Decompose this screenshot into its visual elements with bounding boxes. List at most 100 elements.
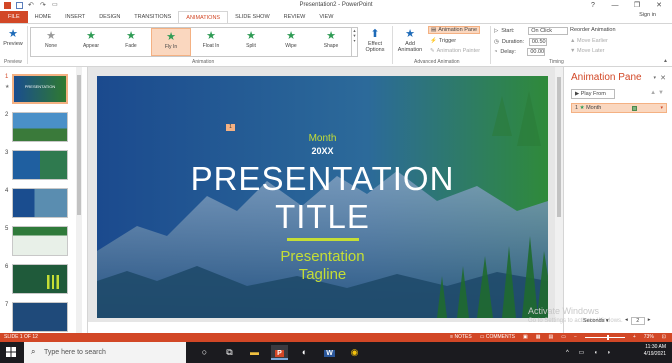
zoom-slider[interactable]: [584, 335, 625, 340]
slide-thumbnail-3[interactable]: [12, 150, 68, 180]
slide-thumbnail-4[interactable]: [12, 188, 68, 218]
collapse-ribbon-icon[interactable]: ▲: [663, 58, 668, 64]
add-animation-button[interactable]: ★ Add Animation: [395, 27, 425, 53]
animation-shape[interactable]: ★ Shape: [311, 28, 351, 56]
zoom-out-icon[interactable]: −: [574, 333, 577, 342]
animation-gallery: ★ None ★ Appear ★ Fade ★ Fly In ★ Float In ★ S…: [30, 27, 352, 57]
reorder-arrows[interactable]: ▲▼: [650, 90, 666, 96]
effect-options-button[interactable]: ⬆ Effect Options: [362, 27, 388, 53]
sign-in-link[interactable]: Sign in: [639, 12, 656, 18]
timeline-forward-icon[interactable]: ▸: [648, 317, 651, 325]
zoom-in-icon[interactable]: +: [633, 333, 636, 342]
animation-fly-in[interactable]: ★ Fly In: [151, 28, 191, 56]
activate-windows-watermark: Activate Windows: [528, 306, 600, 316]
tab-slide-show[interactable]: SLIDE SHOW: [228, 11, 277, 23]
animation-float-in[interactable]: ★ Float In: [191, 28, 231, 56]
slide-tagline-line1[interactable]: Presentation: [97, 248, 548, 265]
slide-thumbnail-1[interactable]: PRESENTATION: [12, 74, 68, 104]
restore-button[interactable]: ❐: [626, 0, 648, 11]
animation-none[interactable]: ★ None: [31, 28, 71, 56]
notes-button[interactable]: ≡ NOTES: [450, 333, 472, 342]
tab-home[interactable]: HOME: [28, 11, 59, 23]
tab-animations[interactable]: ANIMATIONS: [178, 11, 229, 23]
move-later-button[interactable]: ▼ Move Later: [570, 48, 605, 54]
slideshow-icon[interactable]: ▭: [561, 333, 566, 342]
close-button[interactable]: ✕: [648, 0, 670, 11]
normal-view-icon[interactable]: ▣: [523, 333, 528, 342]
notes-label: NOTES: [454, 334, 472, 340]
minimize-button[interactable]: —: [604, 0, 626, 11]
pane-options-icon[interactable]: ▾: [653, 75, 656, 81]
editor-scrollbar-thumb[interactable]: [557, 77, 561, 217]
editor-scrollbar[interactable]: [555, 67, 563, 322]
slide-title-line2[interactable]: TITLE: [97, 198, 548, 236]
animation-appear[interactable]: ★ Appear: [71, 28, 111, 56]
star-icon: ★: [166, 31, 176, 43]
file-explorer-icon[interactable]: ▬: [246, 345, 263, 360]
cortana-icon[interactable]: ○: [196, 345, 213, 360]
gallery-more-button[interactable]: ▲ ▼ ▾: [352, 27, 358, 57]
slide-month-text[interactable]: Month: [97, 133, 548, 144]
duration-input[interactable]: 00.50: [528, 38, 547, 46]
preview-button[interactable]: ★ Preview: [2, 27, 24, 47]
animation-list-item[interactable]: 1 ★ Month ▾: [571, 103, 667, 113]
animation-split[interactable]: ★ Split: [231, 28, 271, 56]
seconds-dropdown[interactable]: Seconds ▾: [583, 318, 609, 324]
item-dropdown-icon[interactable]: ▾: [660, 104, 663, 112]
help-icon[interactable]: ?: [582, 0, 604, 11]
slide-sorter-icon[interactable]: ▦: [536, 333, 541, 342]
start-select[interactable]: On Click: [528, 27, 569, 35]
play-from-button[interactable]: ▶ Play From: [571, 89, 615, 99]
star-icon: ★: [206, 30, 216, 42]
tab-insert[interactable]: INSERT: [58, 11, 92, 23]
slide-tagline-line2[interactable]: Tagline: [97, 266, 548, 283]
separator: [490, 26, 491, 64]
slide-canvas[interactable]: 1 Month 20XX PRESENTATION TITLE Presenta…: [97, 76, 548, 318]
animation-fade[interactable]: ★ Fade: [111, 28, 151, 56]
system-tray-icons[interactable]: ^ ▭ ◖ ◗: [566, 349, 615, 356]
timeline-back-icon[interactable]: ◂: [625, 317, 628, 325]
trigger-button[interactable]: ⚡ Trigger: [430, 38, 456, 44]
animation-label: Fade: [125, 43, 137, 49]
animation-pane-button[interactable]: ▤ Animation Pane: [428, 26, 481, 34]
thumbnail-number: 4: [5, 188, 9, 194]
thumbnail-scrollbar-thumb[interactable]: [77, 75, 81, 215]
system-clock[interactable]: 11:30 AM 4/19/2021: [644, 344, 666, 358]
slide-title-line1[interactable]: PRESENTATION: [97, 160, 548, 198]
slide-thumbnail-5[interactable]: [12, 226, 68, 256]
slide-thumbnail-6[interactable]: [12, 264, 68, 294]
chrome-icon[interactable]: ◉: [346, 345, 363, 360]
slide-thumbnail-2[interactable]: [12, 112, 68, 142]
tab-transitions[interactable]: TRANSITIONS: [127, 11, 178, 23]
timeline-zoom-box[interactable]: 2: [630, 317, 645, 325]
windows-start-icon[interactable]: [6, 347, 16, 357]
task-view-icon[interactable]: ⧉: [221, 345, 238, 360]
delay-input[interactable]: 00.00: [527, 48, 546, 56]
comments-button[interactable]: ▭ COMMENTS: [480, 333, 515, 342]
close-pane-icon[interactable]: ✕: [660, 74, 666, 82]
zoom-slider-thumb[interactable]: [606, 335, 609, 340]
slide-thumbnail-7[interactable]: [12, 302, 68, 332]
tab-view[interactable]: VIEW: [312, 11, 340, 23]
word-icon[interactable]: W: [321, 345, 338, 360]
fit-slide-icon[interactable]: ⊡: [662, 333, 666, 342]
thumbnail-number: 1: [5, 74, 9, 80]
timing-bar: [632, 106, 637, 111]
powerpoint-icon[interactable]: P: [271, 345, 288, 360]
reading-view-icon[interactable]: ▤: [548, 333, 553, 342]
animation-label: Wipe: [285, 43, 297, 49]
animation-wipe[interactable]: ★ Wipe: [271, 28, 311, 56]
taskbar-search-box[interactable]: ⌕ Type here to search: [24, 342, 186, 363]
photos-icon[interactable]: ◐: [296, 345, 313, 360]
start-icon: ▷: [494, 28, 499, 34]
clock-date: 4/19/2021: [643, 351, 666, 357]
move-earlier-button[interactable]: ▲ Move Earlier: [570, 38, 608, 44]
thumbnail-scrollbar[interactable]: [76, 67, 82, 333]
slide-year-text[interactable]: 20XX: [97, 146, 548, 156]
zoom-level[interactable]: 73%: [644, 333, 654, 342]
tab-design[interactable]: DESIGN: [92, 11, 127, 23]
animation-pane-icon: ▤: [431, 27, 437, 33]
animation-painter-button[interactable]: ✎ Animation Painter: [430, 48, 480, 54]
tab-review[interactable]: REVIEW: [277, 11, 313, 23]
tab-file[interactable]: FILE: [0, 11, 28, 23]
